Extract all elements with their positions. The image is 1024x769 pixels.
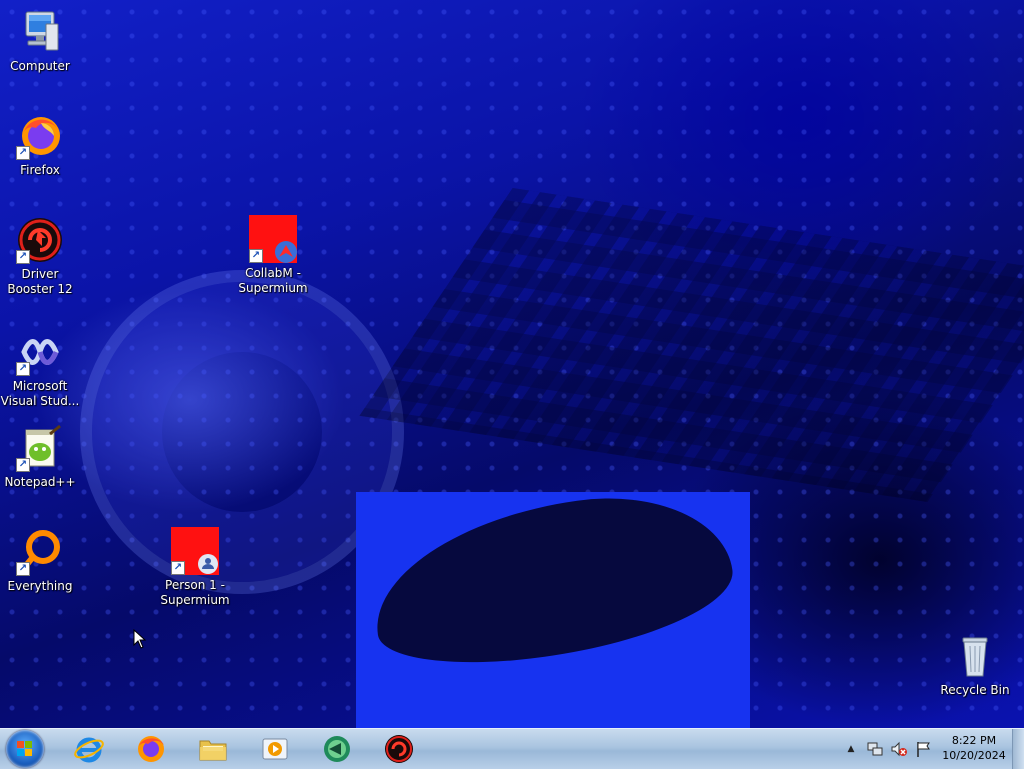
desktop-icon-person1-supermium[interactable]: ↗ Person 1 - Supermium [155,527,235,608]
action-center-flag-icon[interactable] [914,740,932,758]
computer-icon [16,8,64,56]
desktop-icon-visual-studio[interactable]: ↗ Microsoft Visual Stud... [0,328,80,409]
shortcut-arrow-icon: ↗ [16,458,30,472]
notepadpp-icon: ↗ [16,424,64,472]
taskbar-media-player[interactable] [248,732,302,766]
shortcut-arrow-icon: ↗ [16,362,30,376]
shortcut-arrow-icon: ↗ [16,250,30,264]
desktop-icon-recycle-bin[interactable]: Recycle Bin [935,632,1015,698]
start-button[interactable] [6,730,44,768]
desktop-icon-driver-booster[interactable]: ↗ Driver Booster 12 [0,216,80,297]
desktop-icon-computer[interactable]: Computer [0,8,80,74]
desktop[interactable]: Computer ↗ Firefox ↗ Driver Booster 12 ↗… [0,0,1024,728]
taskbar: ▲ 8:22 PM 10/20/2024 [0,728,1024,769]
desktop-icon-label: Firefox [20,163,60,177]
volume-muted-icon[interactable] [890,740,908,758]
driver-booster-icon: ↗ [16,216,64,264]
firefox-icon: ↗ [16,112,64,160]
network-icon[interactable] [866,740,884,758]
taskbar-app[interactable] [310,732,364,766]
desktop-icon-label: Computer [10,59,70,73]
taskbar-driver-booster[interactable] [372,732,426,766]
shortcut-arrow-icon: ↗ [249,249,263,263]
desktop-icon-label: Recycle Bin [940,683,1010,697]
recycle-bin-icon [951,632,999,680]
desktop-icon-everything[interactable]: ↗ Everything [0,528,80,594]
notification-area: ▲ [844,729,932,769]
desktop-icon-firefox[interactable]: ↗ Firefox [0,112,80,178]
collabm-supermium-icon: ↗ [249,215,297,263]
desktop-icon-label: Person 1 - Supermium [160,578,230,607]
desktop-icon-label: Driver Booster 12 [7,267,73,296]
desktop-icon-label: Notepad++ [4,475,76,489]
clock-date: 10/20/2024 [942,749,1006,762]
app-globe-icon [324,736,350,762]
desktop-icon-collabm-supermium[interactable]: ↗ CollabM - Supermium [233,215,313,296]
desktop-icon-label: CollabM - Supermium [238,266,308,295]
mouse-pointer-icon [133,629,147,649]
media-player-icon [262,738,288,760]
shortcut-arrow-icon: ↗ [16,146,30,160]
person1-supermium-icon: ↗ [171,527,219,575]
desktop-icon-label: Microsoft Visual Stud... [0,379,80,408]
visual-studio-icon: ↗ [16,328,64,376]
folder-icon [199,740,227,761]
driver-booster-icon [385,735,413,763]
clock[interactable]: 8:22 PM 10/20/2024 [938,733,1010,763]
clock-time: 8:22 PM [951,734,997,747]
windows-logo-icon [17,741,33,757]
shortcut-arrow-icon: ↗ [16,562,30,576]
firefox-icon [138,736,164,762]
taskbar-firefox[interactable] [124,732,178,766]
taskbar-windows-explorer[interactable] [186,732,240,766]
desktop-icon-label: Everything [7,579,73,593]
show-desktop-button[interactable] [1012,729,1024,769]
internet-explorer-icon [74,737,104,763]
desktop-icon-notepadpp[interactable]: ↗ Notepad++ [0,424,80,490]
everything-icon: ↗ [16,528,64,576]
shortcut-arrow-icon: ↗ [171,561,185,575]
taskbar-internet-explorer[interactable] [62,732,116,766]
show-hidden-icons-arrow-icon[interactable]: ▲ [844,744,858,754]
